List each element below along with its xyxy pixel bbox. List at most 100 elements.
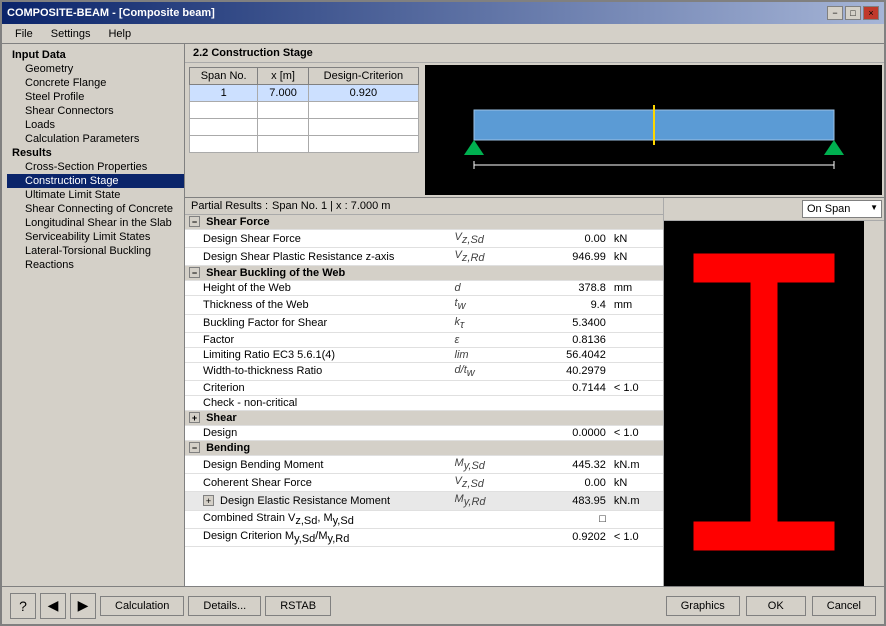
results-table-container[interactable]: − Shear Force Design Shear Force V xyxy=(185,215,663,586)
val-empty xyxy=(525,395,610,410)
cancel-button[interactable]: Cancel xyxy=(812,596,876,616)
menu-bar: File Settings Help xyxy=(2,24,884,44)
unit-kn3: kN xyxy=(610,474,663,492)
sidebar-item-lateral-torsional[interactable]: Lateral-Torsional Buckling xyxy=(7,244,184,258)
row-criterion[interactable]: Criterion 0.7144 < 1.0 xyxy=(185,380,663,395)
unit-knm2: kN.m xyxy=(610,492,663,510)
minimize-button[interactable]: − xyxy=(827,6,843,20)
on-span-dropdown[interactable]: On Span xyxy=(802,200,882,218)
expand-shear[interactable]: + xyxy=(189,412,200,423)
profile-visualization xyxy=(664,221,864,586)
sidebar-item-ultimate-limit[interactable]: Ultimate Limit State xyxy=(7,188,184,202)
main-content: Input Data Geometry Concrete Flange Stee… xyxy=(2,44,884,586)
sidebar-item-shear-connecting[interactable]: Shear Connecting of Concrete xyxy=(7,202,184,216)
results-section: Results Cross-Section Properties Constru… xyxy=(2,146,184,272)
row-check-non-critical[interactable]: Check - non-critical xyxy=(185,395,663,410)
menu-help[interactable]: Help xyxy=(100,27,139,41)
label-bending-moment: Design Bending Moment xyxy=(185,455,451,473)
expand-shear-force[interactable]: − xyxy=(189,216,200,227)
back-button[interactable]: ◀ xyxy=(40,593,66,619)
sidebar-item-reactions[interactable]: Reactions xyxy=(7,258,184,272)
graphics-button[interactable]: Graphics xyxy=(666,596,740,616)
expand-shear-buckling[interactable]: − xyxy=(189,267,200,278)
sidebar-item-shear-connectors[interactable]: Shear Connectors xyxy=(7,104,184,118)
sym-criterion xyxy=(451,380,525,395)
cell-x: 7.000 xyxy=(258,85,308,102)
col-span-no: Span No. xyxy=(190,68,258,85)
row-combined-strain[interactable]: Combined Strain Vz,Sd, My,Sd □ xyxy=(185,510,663,528)
val-limiting-ratio: 56.4042 xyxy=(525,347,610,362)
label-coherent-shear: Coherent Shear Force xyxy=(185,474,451,492)
group-bending[interactable]: − Bending xyxy=(185,440,663,455)
row-bending-moment[interactable]: Design Bending Moment My,Sd 445.32 kN.m xyxy=(185,455,663,473)
forward-button[interactable]: ▶ xyxy=(70,593,96,619)
sidebar-item-steel-profile[interactable]: Steel Profile xyxy=(7,90,184,104)
label-design-shear-plastic: Design Shear Plastic Resistance z-axis xyxy=(185,248,451,266)
table-row[interactable] xyxy=(190,136,419,153)
cell-span-no: 1 xyxy=(190,85,258,102)
sidebar-item-construction-stage[interactable]: Construction Stage xyxy=(7,174,184,188)
group-text: Shear xyxy=(206,412,237,424)
unit-knm: kN.m xyxy=(610,455,663,473)
table-row[interactable] xyxy=(190,102,419,119)
val-criterion: 0.7144 xyxy=(525,380,610,395)
row-limiting-ratio[interactable]: Limiting Ratio EC3 5.6.1(4) lim 56.4042 xyxy=(185,347,663,362)
input-data-header[interactable]: Input Data xyxy=(7,48,184,62)
group-text: Bending xyxy=(206,442,250,454)
sidebar-item-serviceability[interactable]: Serviceability Limit States xyxy=(7,230,184,244)
group-text: Shear Buckling of the Web xyxy=(206,267,345,279)
footer-left: ? ◀ ▶ Calculation Details... RSTAB xyxy=(10,593,331,619)
row-factor[interactable]: Factor ε 0.8136 xyxy=(185,332,663,347)
sym-vz-sd: Vz,Sd xyxy=(451,230,525,248)
rstab-button[interactable]: RSTAB xyxy=(265,596,331,616)
val-shear-design: 0.0000 xyxy=(525,425,610,440)
sidebar-item-concrete-flange[interactable]: Concrete Flange xyxy=(7,76,184,90)
row-design-criterion[interactable]: Design Criterion My,Sd/My,Rd 0.9202 < 1.… xyxy=(185,528,663,546)
val-thickness-web: 9.4 xyxy=(525,296,610,314)
sidebar-item-longitudinal-shear[interactable]: Longitudinal Shear in the Slab xyxy=(7,216,184,230)
group-shear-force[interactable]: − Shear Force xyxy=(185,215,663,230)
row-buckling-factor[interactable]: Buckling Factor for Shear kτ 5.3400 xyxy=(185,314,663,332)
row-elastic-resistance[interactable]: + Design Elastic Resistance Moment My,Rd… xyxy=(185,492,663,510)
sidebar-item-geometry[interactable]: Geometry xyxy=(7,62,184,76)
group-shear[interactable]: + Shear xyxy=(185,410,663,425)
row-coherent-shear[interactable]: Coherent Shear Force Vz,Sd 0.00 kN xyxy=(185,474,663,492)
help-button[interactable]: ? xyxy=(10,593,36,619)
row-thickness-web[interactable]: Thickness of the Web tw 9.4 mm xyxy=(185,296,663,314)
row-shear-design[interactable]: Design 0.0000 < 1.0 xyxy=(185,425,663,440)
partial-results-header: Partial Results : Span No. 1 | x : 7.000… xyxy=(185,198,663,215)
sym-tw: tw xyxy=(451,296,525,314)
ok-button[interactable]: OK xyxy=(746,596,806,616)
row-design-shear-plastic[interactable]: Design Shear Plastic Resistance z-axis V… xyxy=(185,248,663,266)
bottom-section: Partial Results : Span No. 1 | x : 7.000… xyxy=(185,198,884,586)
group-shear-buckling[interactable]: − Shear Buckling of the Web xyxy=(185,266,663,281)
menu-file[interactable]: File xyxy=(7,27,41,41)
menu-settings[interactable]: Settings xyxy=(43,27,99,41)
val-height-web: 378.8 xyxy=(525,281,610,296)
col-criterion: Design-Criterion xyxy=(308,68,418,85)
on-span-row: On Span xyxy=(664,198,884,221)
sidebar-item-cross-section[interactable]: Cross-Section Properties xyxy=(7,160,184,174)
unit-empty4 xyxy=(610,362,663,380)
calculation-button[interactable]: Calculation xyxy=(100,596,184,616)
val-factor: 0.8136 xyxy=(525,332,610,347)
maximize-button[interactable]: □ xyxy=(845,6,861,20)
unit-kn2: kN xyxy=(610,248,663,266)
expand-bending[interactable]: − xyxy=(189,442,200,453)
beam-visualization xyxy=(425,65,882,195)
close-button[interactable]: × xyxy=(863,6,879,20)
row-design-shear-force[interactable]: Design Shear Force Vz,Sd 0.00 kN xyxy=(185,230,663,248)
sym-my-rd: My,Rd xyxy=(451,492,525,510)
table-row[interactable]: 1 7.000 0.920 xyxy=(190,85,419,102)
results-header[interactable]: Results xyxy=(7,146,184,160)
sidebar-item-calc-params[interactable]: Calculation Parameters xyxy=(7,132,184,146)
row-height-web[interactable]: Height of the Web d 378.8 mm xyxy=(185,281,663,296)
table-row[interactable] xyxy=(190,119,419,136)
cell-criterion: 0.920 xyxy=(308,85,418,102)
sidebar-item-loads[interactable]: Loads xyxy=(7,118,184,132)
label-thickness-web: Thickness of the Web xyxy=(185,296,451,314)
expand-elastic[interactable]: + xyxy=(203,495,214,506)
row-width-thickness[interactable]: Width-to-thickness Ratio d/tw 40.2979 xyxy=(185,362,663,380)
details-button[interactable]: Details... xyxy=(188,596,261,616)
val-combined: □ xyxy=(525,510,610,528)
